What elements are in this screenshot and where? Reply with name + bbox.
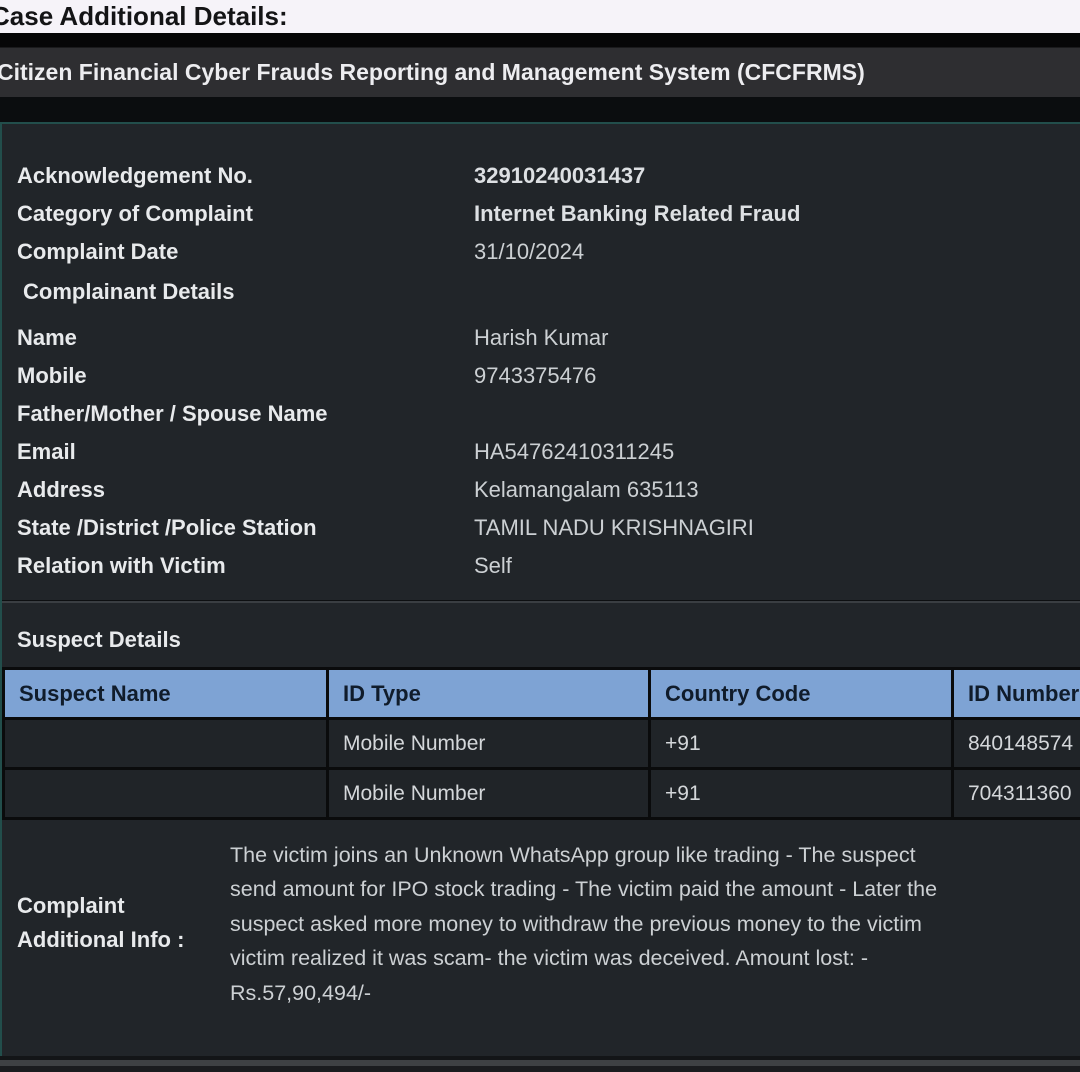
case-details-panel: Acknowledgement No. 32910240031437 Categ… [0,122,1080,1056]
cell-suspect-name [4,769,328,819]
field-label: Acknowledgement No. [2,163,474,189]
field-label: Address [2,477,474,503]
field-value: 9743375476 [474,363,596,389]
field-value: TAMIL NADU KRISHNAGIRI [474,515,754,541]
field-row-mobile: Mobile 9743375476 [2,357,1080,395]
field-value: HA54762410311245 [474,439,674,465]
footer-background [0,1066,1080,1072]
complaint-additional-info-section: Complaint Additional Info : The victim j… [2,838,1080,1010]
cell-id-type: Mobile Number [328,769,650,819]
field-label: Father/Mother / Spouse Name [2,401,474,427]
field-label: Mobile [2,363,474,389]
divider-gap-header [0,97,1080,122]
divider-gap-top [0,33,1080,47]
field-row-relation-with-victim: Relation with Victim Self [2,547,1080,585]
complainant-details-heading: Complainant Details [2,271,1080,313]
label-line: Additional Info : [17,923,230,957]
suspect-table: Suspect Name ID Type Country Code ID Num… [2,667,1080,820]
field-row-complaint-date: Complaint Date 31/10/2024 [2,233,1080,271]
field-value: Internet Banking Related Fraud [474,201,800,227]
column-header-country-code: Country Code [650,669,953,719]
field-row-state-district-ps: State /District /Police Station TAMIL NA… [2,509,1080,547]
cell-suspect-name [4,719,328,769]
field-value: 31/10/2024 [474,239,584,265]
complaint-text-line: Rs.57,90,494/- [230,976,937,1010]
suspect-details-heading: Suspect Details [2,603,1080,657]
field-label: Name [2,325,474,351]
field-value: Kelamangalam 635113 [474,477,699,503]
field-row-category: Category of Complaint Internet Banking R… [2,195,1080,233]
complaint-text-line: The victim joins an Unknown WhatsApp gro… [230,838,937,872]
complaint-additional-info-label: Complaint Additional Info : [2,838,230,1010]
field-value: Self [474,553,512,579]
label-line: Complaint [17,889,230,923]
complaint-additional-info-text: The victim joins an Unknown WhatsApp gro… [230,838,937,1010]
complaint-text-line: suspect asked more money to withdraw the… [230,907,937,941]
field-value: 32910240031437 [474,163,645,189]
field-row-email: Email HA54762410311245 [2,433,1080,471]
field-label: Complaint Date [2,239,474,265]
cell-country-code: +91 [650,719,953,769]
field-row-address: Address Kelamangalam 635113 [2,471,1080,509]
system-header-title: Citizen Financial Cyber Frauds Reporting… [0,59,865,86]
field-label: Category of Complaint [2,201,474,227]
field-label: State /District /Police Station [2,515,474,541]
table-row: Mobile Number +91 840148574 [4,719,1080,769]
complaint-text-line: victim realized it was scam- the victim … [230,941,937,975]
table-row: Mobile Number +91 704311360 [4,769,1080,819]
cell-id-number: 704311360 [953,769,1080,819]
field-row-name: Name Harish Kumar [2,319,1080,357]
suspect-table-header-row: Suspect Name ID Type Country Code ID Num… [4,669,1080,719]
page-title: Case Additional Details: [0,1,288,32]
cell-country-code: +91 [650,769,953,819]
field-row-acknowledgement-no: Acknowledgement No. 32910240031437 [2,157,1080,195]
field-value: Harish Kumar [474,325,608,351]
field-label: Email [2,439,474,465]
column-header-id-type: ID Type [328,669,650,719]
field-row-father-mother-spouse: Father/Mother / Spouse Name [2,395,1080,433]
system-header-bar: Citizen Financial Cyber Frauds Reporting… [0,47,1080,97]
cell-id-number: 840148574 [953,719,1080,769]
field-label: Relation with Victim [2,553,474,579]
column-header-id-number: ID Number [953,669,1080,719]
page-title-bar: Case Additional Details: [0,0,1080,33]
cell-id-type: Mobile Number [328,719,650,769]
column-header-suspect-name: Suspect Name [4,669,328,719]
complaint-text-line: send amount for IPO stock trading - The … [230,872,937,906]
